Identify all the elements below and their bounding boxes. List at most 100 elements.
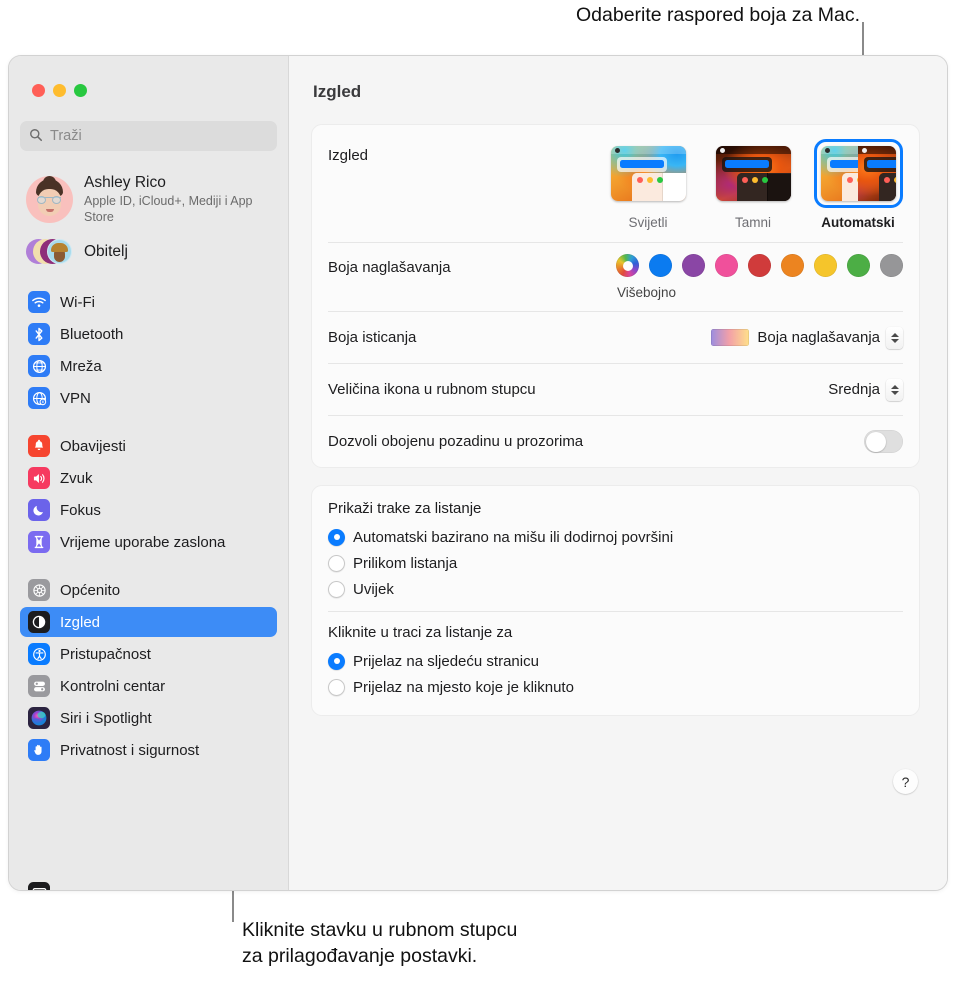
radio-selected-icon[interactable] [328, 652, 345, 670]
sidebar-item-partial[interactable] [20, 878, 277, 890]
sidebar-item-accessibility[interactable]: Pristupačnost [20, 639, 277, 669]
sidebar-icon-size-row: Veličina ikona u rubnom stupcu Srednja [328, 363, 903, 415]
sidebar-item-bluetooth[interactable]: Bluetooth [20, 319, 277, 349]
sidebar: Traži Ashley Rico Apple ID, iCloud+, Med… [9, 56, 288, 890]
scrollbar-option-automatic-label: Automatski bazirano na mišu ili dodirnoj… [353, 528, 674, 546]
sidebar-item-apple-account[interactable]: Ashley Rico Apple ID, iCloud+, Mediji i … [20, 169, 277, 229]
appearance-row: Izgled Svijetli Tamni Automatski [328, 125, 903, 242]
sidebar-item-general[interactable]: Općenito [20, 575, 277, 605]
sidebar-item-appearance[interactable]: Izgled [20, 607, 277, 638]
screenshot-root: Odaberite raspored boja za Mac. Kliknite… [0, 0, 955, 992]
family-avatars-icon [26, 238, 73, 266]
search-input[interactable]: Traži [20, 121, 277, 151]
accent-swatch-green[interactable] [847, 254, 870, 277]
sidebar-item-screen-time[interactable]: Vrijeme uporabe zaslona [20, 527, 277, 557]
appearance-option-auto-label: Automatski [821, 215, 895, 230]
accent-colour-label: Boja naglašavanja [328, 259, 451, 276]
appearance-option-dark[interactable]: Tamni [708, 139, 798, 230]
sidebar-item-accessibility-label: Pristupačnost [60, 645, 151, 663]
appearance-option-dark-label: Tamni [734, 215, 771, 230]
scrollbar-option-automatic[interactable]: Automatski bazirano na mišu ili dodirnoj… [328, 524, 903, 550]
sidebar-item-bluetooth-label: Bluetooth [60, 325, 124, 343]
accent-swatch-yellow[interactable] [814, 254, 837, 277]
accent-colour-row: Boja naglašavanja Višebojno [328, 242, 903, 311]
accent-swatch-purple[interactable] [682, 254, 705, 277]
search-placeholder: Traži [50, 128, 82, 144]
highlight-colour-label: Boja isticanja [328, 329, 417, 346]
highlight-colour-value: Boja naglašavanja [757, 329, 880, 346]
callout-top-text: Odaberite raspored boja za Mac. [576, 4, 860, 26]
sidebar-item-notifications-label: Obavijesti [60, 437, 126, 455]
account-name: Ashley Rico [84, 174, 166, 191]
wallpaper-tinting-toggle[interactable] [864, 430, 903, 453]
main-pane: Izgled Izgled Svijetli Tamni Automatski … [288, 56, 947, 890]
scroll-click-option-spot-clicked[interactable]: Prijelaz na mjesto koje je kliknuto [328, 674, 903, 700]
sidebar-icon-size-popup[interactable]: Srednja [828, 378, 903, 401]
search-icon [29, 128, 43, 144]
sidebar-icon-size-label: Veličina ikona u rubnom stupcu [328, 381, 536, 398]
sidebar-item-family[interactable]: Obitelj [20, 235, 277, 269]
siri-icon [28, 707, 50, 730]
sidebar-item-focus[interactable]: Fokus [20, 495, 277, 525]
vpn-globe-icon [28, 387, 50, 410]
sidebar-item-wi-fi[interactable]: Wi-Fi [20, 287, 277, 317]
scroll-click-option-spot-clicked-label: Prijelaz na mjesto koje je kliknuto [353, 678, 574, 696]
accent-swatch-blue[interactable] [649, 254, 672, 277]
appearance-option-auto[interactable]: Automatski [813, 139, 903, 230]
radio-selected-icon[interactable] [328, 528, 345, 546]
scrollbar-settings-card: Prikaži trake za listanje Automatski baz… [311, 485, 920, 716]
sidebar-item-control-center[interactable]: Kontrolni centar [20, 671, 277, 701]
sidebar-item-network[interactable]: Mreža [20, 351, 277, 381]
minimize-button[interactable] [53, 84, 66, 97]
page-title: Izgled [313, 82, 362, 101]
sidebar-item-siri-spotlight-label: Siri i Spotlight [60, 709, 152, 727]
chevron-up-down-icon[interactable] [886, 326, 903, 349]
sidebar-item-sound[interactable]: Zvuk [20, 463, 277, 493]
appearance-settings-card: Izgled Svijetli Tamni Automatski Boja na… [311, 124, 920, 468]
scroll-click-option-next-page[interactable]: Prijelaz na sljedeću stranicu [328, 648, 903, 674]
wifi-icon [28, 291, 50, 314]
zoom-button[interactable] [74, 84, 87, 97]
account-subtitle: Apple ID, iCloud+, Mediji i App Store [84, 194, 253, 225]
accent-swatch-graphite[interactable] [880, 254, 903, 277]
sidebar-icon-size-value: Srednja [828, 381, 880, 398]
gradient-swatch-icon [711, 329, 750, 346]
control-center-icon [28, 675, 50, 698]
accent-swatch-multicolour[interactable] [616, 254, 639, 277]
sidebar-item-appearance-label: Izgled [60, 613, 101, 631]
globe-icon [28, 355, 50, 378]
close-button[interactable] [32, 84, 45, 97]
sidebar-item-notifications[interactable]: Obavijesti [20, 431, 277, 461]
radio-unselected-icon[interactable] [328, 580, 345, 598]
help-button[interactable]: ? [893, 769, 918, 794]
sidebar-item-wi-fi-label: Wi-Fi [60, 293, 95, 311]
display-icon [28, 882, 50, 890]
accessibility-icon [28, 643, 50, 666]
sidebar-item-vpn[interactable]: VPN [20, 383, 277, 413]
appearance-option-light[interactable]: Svijetli [603, 139, 693, 230]
hourglass-icon [28, 531, 50, 554]
sidebar-item-privacy-security-label: Privatnost i sigurnost [60, 741, 200, 759]
sidebar-item-privacy-security[interactable]: Privatnost i sigurnost [20, 735, 277, 765]
accent-swatch-pink[interactable] [715, 254, 738, 277]
scrollbar-option-always[interactable]: Uvijek [328, 576, 903, 602]
radio-unselected-icon[interactable] [328, 554, 345, 572]
scrollbar-option-when-scrolling[interactable]: Prilikom listanja [328, 550, 903, 576]
sidebar-group-network: Wi-Fi Bluetooth Mreža VPN [20, 287, 277, 413]
sidebar-item-partial-clipped[interactable] [20, 864, 277, 890]
chevron-up-down-icon[interactable] [886, 378, 903, 401]
sidebar-item-focus-label: Fokus [60, 501, 101, 519]
highlight-colour-popup[interactable]: Boja naglašavanja [757, 326, 903, 349]
bluetooth-icon [28, 323, 50, 346]
gear-icon [28, 579, 50, 602]
accent-colour-caption: Višebojno [617, 285, 677, 300]
accent-swatch-orange[interactable] [781, 254, 804, 277]
avatar [26, 175, 73, 223]
radio-unselected-icon[interactable] [328, 678, 345, 696]
appearance-option-light-label: Svijetli [628, 215, 668, 230]
wallpaper-tinting-label: Dozvoli obojenu pozadinu u prozorima [328, 433, 584, 450]
sidebar-item-siri-spotlight[interactable]: Siri i Spotlight [20, 703, 277, 733]
dark-theme-thumbnail [715, 146, 791, 201]
accent-swatch-red[interactable] [748, 254, 771, 277]
moon-icon [28, 499, 50, 522]
